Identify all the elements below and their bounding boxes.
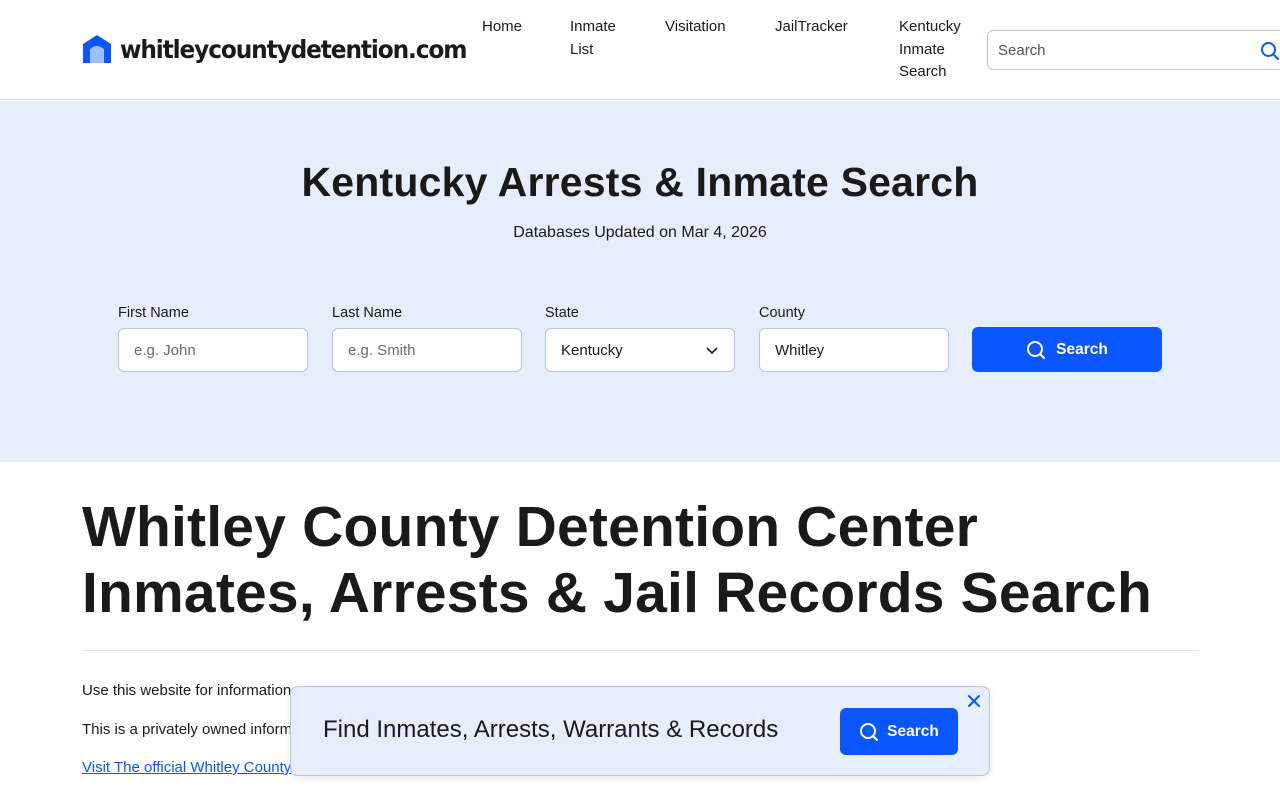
database-updated-text: Databases Updated on Mar 4, 2026 bbox=[513, 224, 767, 241]
popup-text: Find Inmates, Arrests, Warrants & Record… bbox=[323, 716, 779, 743]
first-name-field: First Name bbox=[118, 305, 308, 372]
nav-jailtracker[interactable]: JailTracker bbox=[775, 16, 848, 39]
chevron-down-icon bbox=[706, 347, 718, 355]
search-popup: Find Inmates, Arrests, Warrants & Record… bbox=[290, 686, 990, 776]
close-icon[interactable] bbox=[967, 694, 981, 708]
search-icon bbox=[1027, 340, 1046, 359]
nav-kentucky-inmate-search[interactable]: Kentucky Inmate Search bbox=[899, 16, 974, 84]
intro-paragraph: Use this website for information bbox=[82, 682, 292, 699]
logo-text: whitleycountydetention.com bbox=[120, 34, 468, 64]
official-site-link[interactable]: Visit The official Whitley County bbox=[82, 759, 291, 776]
nav-inmate-list[interactable]: Inmate List bbox=[570, 16, 630, 61]
state-select-value: Kentucky bbox=[561, 341, 623, 359]
hero-search-button-label: Search bbox=[1056, 340, 1108, 358]
first-name-label: First Name bbox=[118, 305, 189, 321]
last-name-field: Last Name bbox=[332, 305, 522, 372]
nav-visitation[interactable]: Visitation bbox=[665, 16, 726, 39]
search-icon bbox=[860, 722, 879, 741]
disclaimer-paragraph: This is a privately owned inform bbox=[82, 721, 293, 738]
header-search bbox=[987, 30, 1280, 70]
state-field: State Kentucky bbox=[545, 305, 735, 372]
divider bbox=[82, 650, 1199, 651]
nav-home[interactable]: Home bbox=[482, 16, 522, 39]
hero-search-section: Kentucky Arrests & Inmate Search Databas… bbox=[0, 101, 1280, 462]
county-label: County bbox=[759, 305, 805, 321]
county-input[interactable] bbox=[759, 328, 949, 372]
hero-search-button[interactable]: Search bbox=[972, 327, 1162, 372]
popup-search-button-label: Search bbox=[887, 722, 939, 740]
first-name-input[interactable] bbox=[118, 328, 308, 372]
county-field: County bbox=[759, 305, 949, 372]
popup-search-button[interactable]: Search bbox=[840, 708, 958, 755]
last-name-input[interactable] bbox=[332, 328, 522, 372]
search-icon[interactable] bbox=[1260, 41, 1280, 61]
site-logo[interactable]: whitleycountydetention.com bbox=[82, 34, 492, 64]
state-label: State bbox=[545, 305, 579, 321]
home-logo-icon bbox=[83, 35, 111, 63]
last-name-label: Last Name bbox=[332, 305, 403, 321]
site-header: whitleycountydetention.com Home Inmate L… bbox=[0, 0, 1280, 100]
hero-title: Kentucky Arrests & Inmate Search bbox=[301, 159, 979, 205]
page-title: Whitley County Detention Center Inmates,… bbox=[82, 495, 1152, 625]
header-search-input[interactable] bbox=[998, 31, 1248, 69]
state-select-wrapper: Kentucky bbox=[545, 328, 735, 372]
